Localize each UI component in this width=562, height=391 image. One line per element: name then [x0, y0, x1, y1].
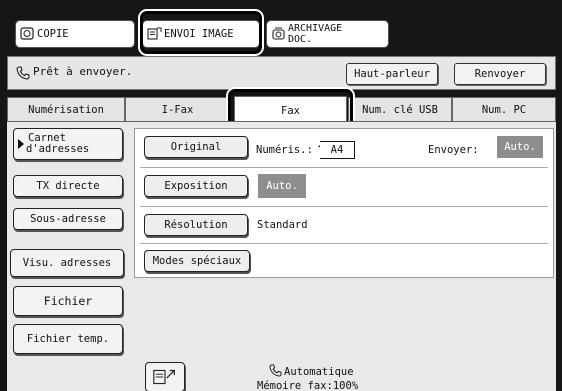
address-book-label: Carnet d'adresses: [26, 132, 90, 155]
resend-button[interactable]: Renvoyer: [454, 63, 546, 85]
send-size-value: Auto.: [497, 136, 543, 158]
file-button[interactable]: Fichier: [13, 286, 123, 316]
tab-scan[interactable]: Numérisation: [7, 97, 125, 122]
send-size-label: Envoyer:: [428, 144, 479, 156]
phone-icon: [16, 66, 30, 80]
triangle-right-icon: [18, 139, 24, 149]
sub-address-button[interactable]: Sous-adresse: [13, 208, 123, 230]
tab-usb-scan[interactable]: Num. clé USB: [348, 97, 452, 122]
temp-file-button[interactable]: Fichier temp.: [13, 324, 123, 354]
divider: [140, 167, 548, 168]
exposure-value: Auto.: [258, 174, 306, 198]
copy-icon: [20, 27, 34, 40]
copy-mode-button[interactable]: COPIE: [15, 20, 135, 48]
archive-icon: [272, 27, 285, 40]
tab-pc-scan[interactable]: Num. PC: [452, 97, 556, 122]
status-message: Prêt à envoyer.: [33, 65, 133, 78]
exposure-button[interactable]: Exposition: [144, 175, 248, 197]
divider: [140, 243, 548, 244]
fax-receive-button[interactable]: [145, 362, 185, 391]
status-bar: Prêt à envoyer. Haut-parleur Renvoyer: [7, 56, 556, 90]
special-modes-button[interactable]: Modes spéciaux: [144, 250, 250, 272]
direct-tx-button[interactable]: TX directe: [13, 175, 123, 197]
tab-ifax[interactable]: I-Fax: [125, 97, 230, 122]
fax-memory-text: Mémoire fax:100%: [257, 380, 359, 391]
archive-mode-button[interactable]: ARCHIVAGE DOC.: [266, 20, 389, 48]
scan-size-label: Numéris.:: [256, 144, 313, 156]
scan-size-value: A4: [320, 141, 355, 159]
view-addresses-button[interactable]: Visu. adresses: [10, 249, 124, 277]
archive-mode-label: ARCHIVAGE DOC.: [288, 23, 343, 45]
speaker-button[interactable]: Haut-parleur: [346, 63, 438, 85]
receive-mode-text: Automatique: [284, 366, 354, 378]
fax-receive-icon: [153, 369, 175, 385]
original-button[interactable]: Original: [144, 136, 248, 158]
resolution-value: Standard: [257, 219, 308, 231]
highlight-outline: [140, 11, 262, 54]
address-book-button[interactable]: Carnet d'adresses: [13, 128, 123, 160]
copy-mode-label: COPIE: [37, 28, 69, 40]
control-panel-screen: COPIE ENVOI IMAGE ARCHIVAGE DOC. Prêt à …: [0, 0, 562, 391]
resolution-button[interactable]: Résolution: [144, 214, 248, 236]
phone-auto-icon: [269, 364, 282, 377]
divider: [140, 206, 548, 207]
